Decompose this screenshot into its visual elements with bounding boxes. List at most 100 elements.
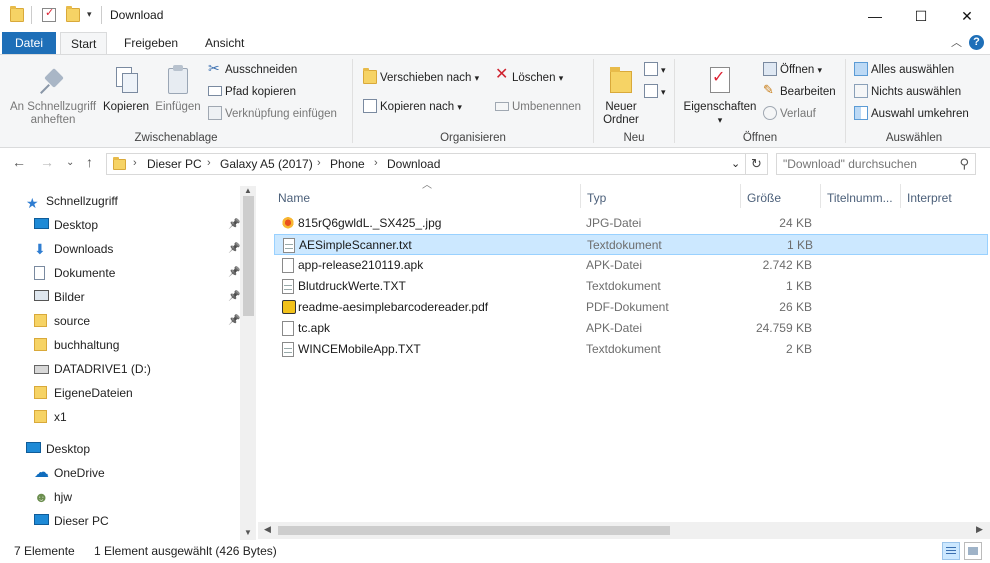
new-folder-button[interactable]: Neuer Ordner xyxy=(596,65,646,127)
properties-button[interactable]: ✓ Eigenschaften ▾ xyxy=(679,65,761,127)
copy-button[interactable]: Kopieren xyxy=(100,65,152,114)
crumb-download[interactable]: Download xyxy=(387,157,440,171)
select-all-button[interactable]: Alles auswählen xyxy=(854,61,954,79)
scroll-down-arrow-icon[interactable]: ▼ xyxy=(244,528,252,537)
scroll-up-arrow-icon[interactable]: ▲ xyxy=(244,186,252,195)
paste-button[interactable]: Einfügen xyxy=(152,65,204,114)
rename-button[interactable]: Umbenennen xyxy=(495,98,581,116)
recent-locations-icon[interactable]: ⌄ xyxy=(66,157,74,168)
scroll-right-arrow-icon[interactable]: ▶ xyxy=(976,524,983,535)
copy-path-button[interactable]: Pfad kopieren xyxy=(208,83,296,101)
crumb-separator[interactable]: › xyxy=(133,157,137,169)
column-header-name[interactable]: Name xyxy=(278,188,310,208)
new-folder-quick-access-icon[interactable] xyxy=(66,6,80,22)
column-separator[interactable] xyxy=(580,184,581,208)
nav-item-label: source xyxy=(54,314,91,328)
open-label: Öffnen xyxy=(780,64,815,76)
crumb-phone[interactable]: Phone xyxy=(330,157,365,171)
history-button[interactable]: Verlauf xyxy=(763,105,816,123)
move-to-button[interactable]: Verschieben nach ▾ xyxy=(363,68,479,87)
open-button[interactable]: Öffnen ▾ xyxy=(763,61,822,79)
search-input[interactable] xyxy=(783,157,953,171)
edit-button[interactable]: ✎ Bearbeiten xyxy=(763,82,836,101)
column-header-title[interactable]: Titelnumm... xyxy=(827,188,893,208)
file-row[interactable]: tc.apk APK-Datei 24.759 KB xyxy=(274,318,988,339)
open-group: ✓ Eigenschaften ▾ Öffnen ▾ ✎ Bearbeiten Ve… xyxy=(675,55,845,147)
maximize-button[interactable]: ☐ xyxy=(898,0,944,32)
copy-to-button[interactable]: Kopieren nach ▾ xyxy=(363,98,462,116)
search-icon[interactable]: ⚲ xyxy=(959,156,969,172)
new-item-button[interactable]: ▾ xyxy=(644,61,666,79)
help-icon[interactable]: ? xyxy=(969,35,984,50)
tab-share[interactable]: Freigeben xyxy=(114,32,188,54)
tab-file[interactable]: Datei xyxy=(2,32,56,54)
nav-user-label: hjw xyxy=(54,490,73,504)
nav-pane-scroll-thumb[interactable] xyxy=(243,196,254,316)
paste-shortcut-button[interactable]: Verknüpfung einfügen xyxy=(208,105,337,123)
scroll-left-arrow-icon[interactable]: ◀ xyxy=(264,524,271,535)
close-button[interactable]: ✕ xyxy=(944,0,990,32)
column-separator[interactable] xyxy=(740,184,741,208)
pin-quick-access-button[interactable]: An Schnellzugriff anheften xyxy=(4,65,102,127)
minimize-button[interactable]: — xyxy=(852,0,898,32)
customize-quick-access-icon[interactable]: ▾ xyxy=(87,9,92,20)
forward-arrow-icon[interactable]: → xyxy=(40,154,54,170)
address-bar[interactable]: › Dieser PC › Galaxy A5 (2017) › Phone ›… xyxy=(106,153,746,175)
pin-icon[interactable]: 📌 xyxy=(228,219,240,230)
nav-item-label: buchhaltung xyxy=(54,338,120,352)
column-header-artist[interactable]: Interpret xyxy=(907,188,952,208)
file-size: 2 KB xyxy=(785,342,812,356)
file-row[interactable]: AESimpleScanner.txt Textdokument 1 KB xyxy=(274,234,988,255)
cloud-icon: ☁ xyxy=(34,464,49,481)
crumb-separator[interactable]: › xyxy=(317,157,321,169)
column-header-size[interactable]: Größe xyxy=(747,188,781,208)
crumb-this-pc[interactable]: Dieser PC xyxy=(147,157,202,171)
column-separator[interactable] xyxy=(900,184,901,208)
file-row[interactable]: readme-aesimplebarcodereader.pdf PDF-Doku… xyxy=(274,297,988,318)
search-box[interactable]: ⚲ xyxy=(776,153,976,175)
file-row[interactable]: app-release210119.apk APK-Datei 2.742 KB xyxy=(274,255,988,276)
address-dropdown-icon[interactable]: ⌄ xyxy=(731,157,740,170)
organize-group-label: Organisieren xyxy=(440,132,506,144)
copy-label: Kopieren xyxy=(102,101,150,113)
file-type: Textdokument xyxy=(587,238,662,252)
delete-button[interactable]: ✕ Löschen ▾ xyxy=(495,66,563,87)
properties-quick-access-icon[interactable]: ✓ xyxy=(42,7,56,22)
column-header-type[interactable]: Typ xyxy=(587,188,606,208)
column-separator[interactable] xyxy=(820,184,821,208)
file-row[interactable]: BlutdruckWerte.TXT Textdokument 1 KB xyxy=(274,276,988,297)
file-name: WINCEMobileApp.TXT xyxy=(298,342,421,356)
up-arrow-icon[interactable]: ↑ xyxy=(86,154,93,170)
pin-icon[interactable]: 📌 xyxy=(228,267,240,278)
invert-selection-button[interactable]: Auswahl umkehren xyxy=(854,105,969,123)
pin-icon[interactable]: 📌 xyxy=(228,243,240,254)
refresh-icon[interactable]: ↻ xyxy=(746,153,768,175)
cut-button[interactable]: ✂ Ausschneiden xyxy=(208,60,298,79)
text-file-icon xyxy=(282,279,294,294)
select-none-button[interactable]: Nichts auswählen xyxy=(854,83,961,101)
file-row[interactable]: 815rQ6gwldL._SX425_.jpg JPG-Datei 24 KB xyxy=(274,213,988,234)
horizontal-scroll-thumb[interactable] xyxy=(278,526,670,535)
cut-label: Ausschneiden xyxy=(225,64,298,76)
pin-icon[interactable]: 📌 xyxy=(228,291,240,302)
easy-access-button[interactable]: ▾ xyxy=(644,83,666,101)
clipboard-group-label: Zwischenablage xyxy=(134,132,218,144)
back-arrow-icon[interactable]: ← xyxy=(12,154,26,170)
crumb-separator[interactable]: › xyxy=(374,157,378,169)
crumb-galaxy[interactable]: Galaxy A5 (2017) xyxy=(220,157,313,171)
tab-start[interactable]: Start xyxy=(60,32,108,54)
large-icons-view-icon[interactable] xyxy=(964,542,982,560)
file-row[interactable]: WINCEMobileApp.TXT Textdokument 2 KB xyxy=(274,339,988,360)
pin-icon[interactable]: 📌 xyxy=(228,315,240,326)
details-view-icon[interactable] xyxy=(942,542,960,560)
collapse-ribbon-icon[interactable]: ︿ xyxy=(951,34,962,50)
folder-icon xyxy=(34,410,47,423)
crumb-separator[interactable]: › xyxy=(207,157,211,169)
window-title: Download xyxy=(110,8,164,22)
rename-label: Umbenennen xyxy=(512,101,582,113)
file-name: tc.apk xyxy=(298,321,331,335)
edit-label: Bearbeiten xyxy=(780,86,836,98)
scissors-icon: ✂ xyxy=(208,60,220,76)
download-icon: ⬇ xyxy=(34,241,46,257)
tab-view[interactable]: Ansicht xyxy=(195,32,254,54)
